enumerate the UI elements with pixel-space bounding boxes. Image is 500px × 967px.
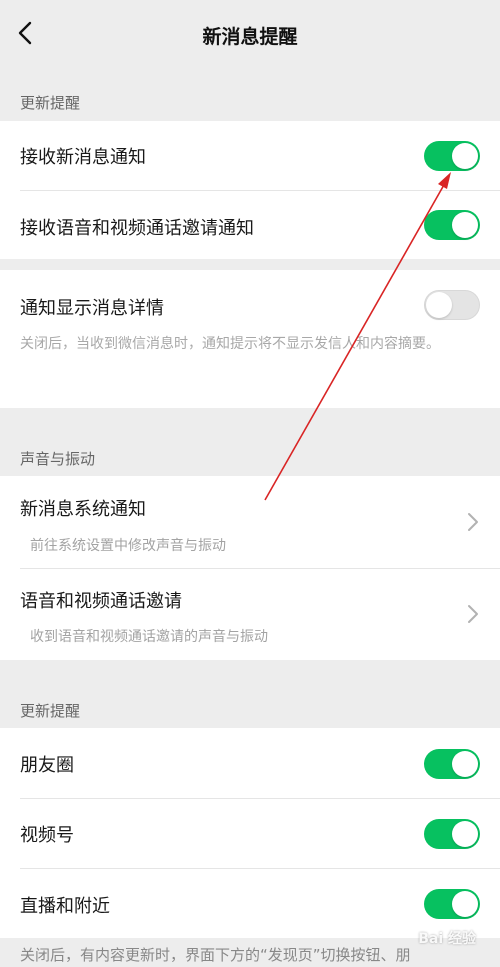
toggle-knob — [452, 891, 478, 917]
card-receive: 接收新消息通知 接收语音和视频通话邀请通知 — [0, 121, 500, 259]
toggle-knob — [452, 143, 478, 169]
row-title: 语音和视频通话邀请 — [20, 591, 182, 612]
toggle-knob — [426, 292, 452, 318]
row-description: 关闭后，当收到微信消息时，通知提示将不显示发信人和内容摘要。 — [20, 336, 440, 352]
chevron-right-icon[interactable] — [464, 511, 482, 533]
row-title: 接收新消息通知 — [20, 147, 146, 168]
row-moments[interactable]: 朋友圈 — [0, 728, 500, 798]
toggle-knob — [452, 821, 478, 847]
toggle-show-message-detail[interactable] — [424, 290, 480, 320]
toggle-channels[interactable] — [424, 819, 480, 849]
page-title: 新消息提醒 — [202, 26, 298, 48]
row-channels[interactable]: 视频号 — [0, 798, 500, 868]
watermark: Bai 经验 — [418, 931, 476, 947]
toggle-knob — [452, 751, 478, 777]
toggle-knob — [452, 212, 478, 238]
toggle-live-nearby[interactable] — [424, 889, 480, 919]
card-show-detail: 通知显示消息详情 关闭后，当收到微信消息时，通知提示将不显示发信人和内容摘要。 — [0, 270, 500, 408]
row-title: 直播和附近 — [20, 896, 110, 917]
row-receive-new-messages[interactable]: 接收新消息通知 — [0, 121, 500, 190]
chevron-right-icon[interactable] — [464, 603, 482, 625]
row-title: 朋友圈 — [20, 755, 74, 776]
toggle-moments[interactable] — [424, 749, 480, 779]
row-title: 视频号 — [20, 825, 74, 846]
row-call-invite-sound[interactable]: 语音和视频通话邀请 收到语音和视频通话邀请的声音与振动 — [0, 568, 500, 660]
row-subtitle: 收到语音和视频通话邀请的声音与振动 — [30, 629, 268, 645]
section-label-sound: 声音与振动 — [20, 450, 96, 468]
nav-bar: 新消息提醒 — [0, 0, 500, 72]
row-title: 接收语音和视频通话邀请通知 — [20, 218, 254, 239]
row-receive-call-invites[interactable]: 接收语音和视频通话邀请通知 — [0, 190, 500, 259]
section-label-update: 更新提醒 — [20, 94, 81, 112]
row-system-notification[interactable]: 新消息系统通知 前往系统设置中修改声音与振动 — [0, 476, 500, 568]
section-label-update: 更新提醒 — [20, 702, 81, 720]
card-sound: 新消息系统通知 前往系统设置中修改声音与振动 语音和视频通话邀请 收到语音和视频… — [0, 476, 500, 660]
row-title: 通知显示消息详情 — [20, 298, 164, 319]
toggle-receive-new-messages[interactable] — [424, 141, 480, 171]
row-subtitle: 前往系统设置中修改声音与振动 — [30, 538, 226, 554]
toggle-receive-call-invites[interactable] — [424, 210, 480, 240]
row-title: 新消息系统通知 — [20, 499, 146, 520]
row-show-message-detail[interactable]: 通知显示消息详情 — [0, 270, 500, 340]
card-discover-updates: 朋友圈 视频号 直播和附近 — [0, 728, 500, 938]
